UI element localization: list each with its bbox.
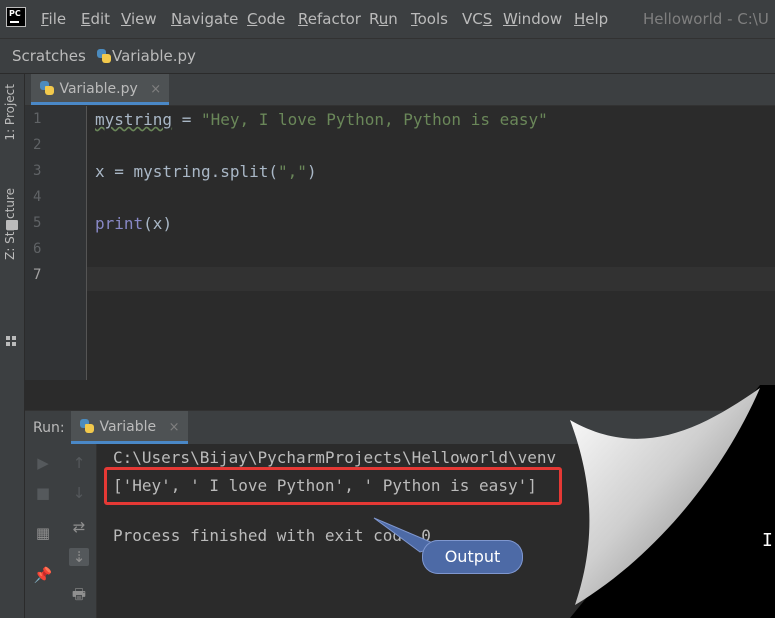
- run-tab-label: Variable: [99, 419, 157, 435]
- line-number: 1: [33, 111, 42, 127]
- structure-tool-tab[interactable]: Z: Structure: [3, 188, 17, 260]
- menu-window[interactable]: Window: [503, 10, 562, 28]
- code-editor[interactable]: mystring = "Hey, I love Python, Python i…: [87, 106, 775, 380]
- soft-wrap-icon[interactable]: ⇄: [69, 518, 89, 536]
- editor-tab-bar: Variable.py ×: [25, 74, 775, 106]
- line-number: 6: [33, 241, 42, 257]
- menu-view[interactable]: View: [121, 10, 157, 28]
- screenshot-stage: PC File Edit View Navigate Code Refactor…: [0, 0, 775, 618]
- line-number: 3: [33, 163, 42, 179]
- python-file-icon: [39, 80, 55, 96]
- breadcrumb-scratches[interactable]: Scratches: [12, 47, 86, 65]
- menu-vcs[interactable]: VCS: [462, 10, 492, 28]
- menu-edit[interactable]: Edit: [81, 10, 110, 28]
- left-tool-strip: 1: Project Z: Structure: [0, 74, 25, 618]
- line-number: 4: [33, 189, 42, 205]
- project-tool-tab[interactable]: 1: Project: [3, 84, 17, 141]
- editor-splitter[interactable]: [25, 380, 775, 410]
- stop-icon[interactable]: ■: [33, 484, 53, 502]
- code-line-1: mystring = "Hey, I love Python, Python i…: [95, 110, 548, 129]
- console-path-line: C:\Users\Bijay\PycharmProjects\Helloworl…: [113, 448, 557, 467]
- menu-run[interactable]: Run: [369, 10, 398, 28]
- close-icon[interactable]: ×: [169, 420, 180, 435]
- line-number-gutter: 1 2 3 4 5 6 7: [25, 106, 87, 380]
- tab-label: Variable.py: [59, 81, 138, 97]
- print-icon[interactable]: 🖶: [69, 584, 89, 609]
- rerun-icon[interactable]: ▶: [33, 454, 53, 472]
- breadcrumb-file[interactable]: Variable.py: [96, 47, 196, 65]
- line-number-current: 7: [33, 267, 42, 283]
- run-label: Run:: [33, 420, 65, 436]
- arrow-down-icon[interactable]: ↓: [69, 484, 89, 502]
- structure-icon: [6, 336, 18, 346]
- menu-refactor[interactable]: Refactor: [298, 10, 361, 28]
- breadcrumb: Scratches Variable.py: [0, 38, 775, 74]
- code-line-5: print(x): [95, 214, 173, 233]
- run-toolbar: ▶ ↑ ■ ↓ ⇄ ▦ ⇣ 📌 🖶: [25, 444, 97, 618]
- line-number: 5: [33, 215, 42, 231]
- text-cursor-icon: I: [762, 530, 773, 551]
- current-line-highlight: [87, 267, 775, 291]
- menu-help[interactable]: Help: [574, 10, 608, 28]
- layout-icon[interactable]: ▦: [33, 524, 53, 542]
- close-icon[interactable]: ×: [150, 82, 161, 97]
- menu-file[interactable]: File: [41, 10, 66, 28]
- tab-variable-py[interactable]: Variable.py ×: [31, 74, 170, 105]
- line-number: 2: [33, 137, 42, 153]
- console-exit-line: Process finished with exit code 0: [113, 526, 431, 545]
- output-highlight-box: [104, 467, 562, 505]
- tab-run-variable[interactable]: Variable ×: [71, 411, 188, 444]
- menu-navigate[interactable]: Navigate: [171, 10, 238, 28]
- run-panel-header: Run: Variable ×: [25, 410, 775, 444]
- code-line-3: x = mystring.split(","): [95, 162, 317, 181]
- window-title: Helloworld - C:\U: [643, 10, 769, 28]
- pin-icon[interactable]: 📌: [33, 566, 53, 584]
- output-callout: Output: [422, 540, 523, 574]
- arrow-up-icon[interactable]: ↑: [69, 454, 89, 472]
- python-file-icon: [96, 48, 112, 64]
- scroll-to-end-icon[interactable]: ⇣: [69, 548, 89, 566]
- menu-bar: PC File Edit View Navigate Code Refactor…: [0, 0, 775, 38]
- menu-code[interactable]: Code: [247, 10, 285, 28]
- menu-tools[interactable]: Tools: [411, 10, 448, 28]
- python-run-icon: [79, 418, 95, 434]
- pycharm-logo-icon: PC: [6, 7, 26, 27]
